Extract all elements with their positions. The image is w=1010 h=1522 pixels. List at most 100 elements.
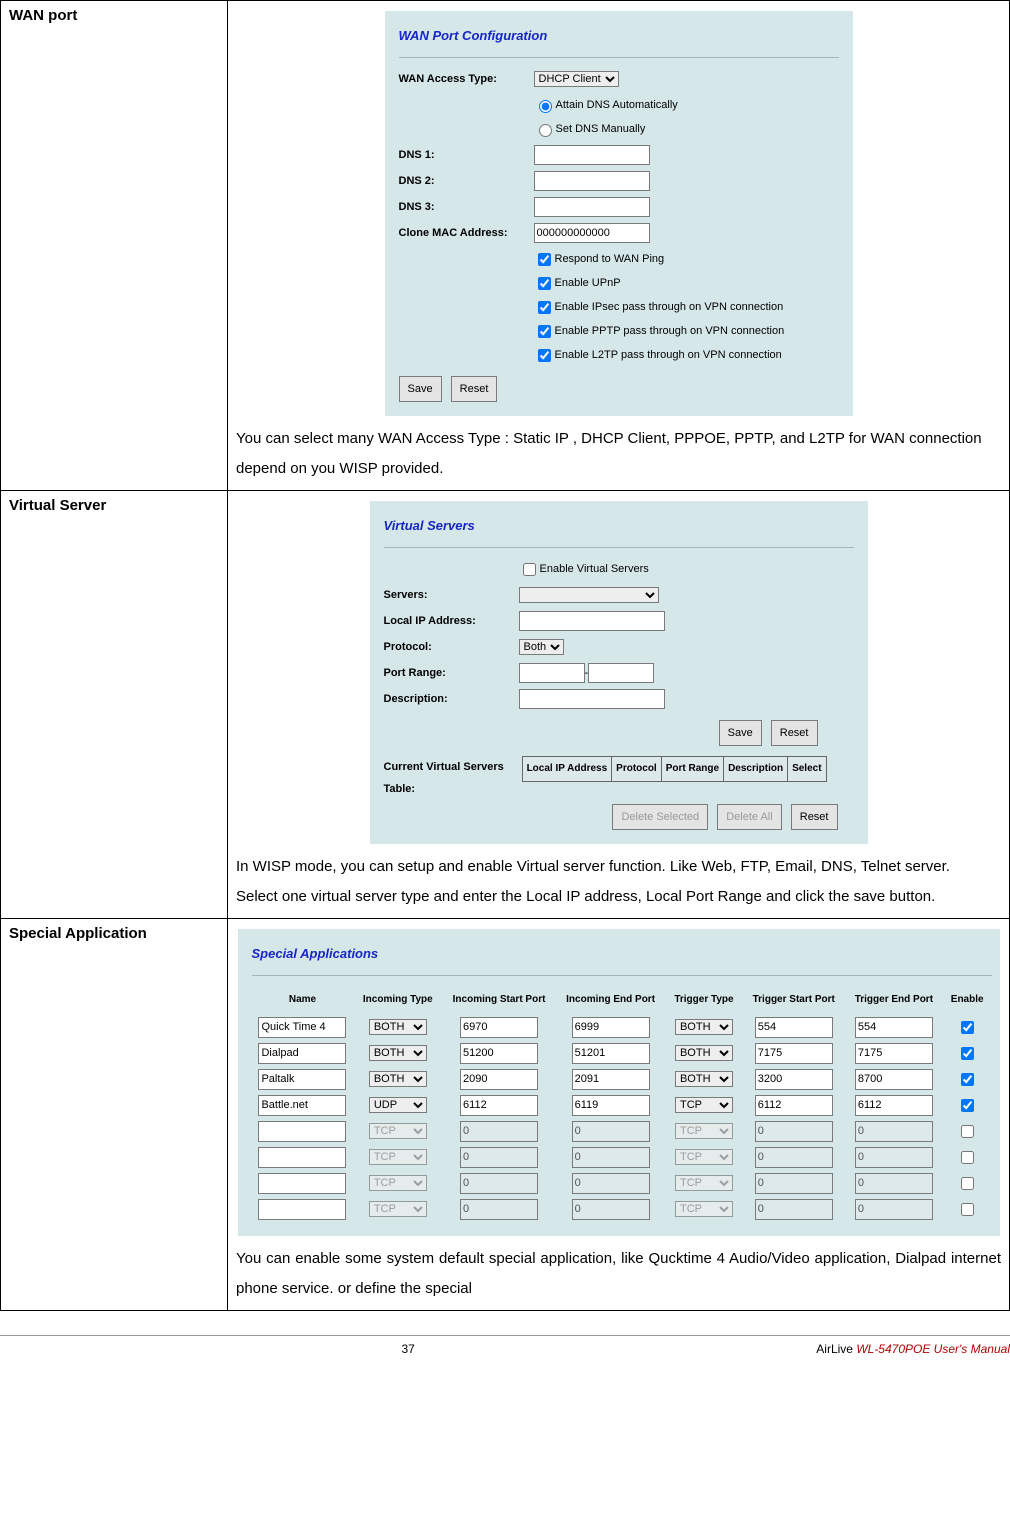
vs-port-end-input[interactable] bbox=[588, 663, 654, 683]
sa-trig-end-input[interactable] bbox=[855, 1017, 933, 1038]
sa-inc-end-input[interactable] bbox=[572, 1069, 650, 1090]
sa-inc-start-input[interactable] bbox=[460, 1199, 538, 1220]
chk-wan-ping[interactable] bbox=[538, 253, 551, 266]
sa-inc-type-select[interactable]: BOTH bbox=[369, 1071, 427, 1087]
sa-trig-type-select[interactable]: TCP bbox=[675, 1175, 733, 1191]
sa-trig-end-input[interactable] bbox=[855, 1069, 933, 1090]
sa-enable-checkbox[interactable] bbox=[961, 1203, 974, 1216]
sa-name-input[interactable] bbox=[258, 1095, 346, 1116]
sa-trig-type-select[interactable]: TCP bbox=[675, 1123, 733, 1139]
chk-pptp[interactable] bbox=[538, 325, 551, 338]
sa-trig-start-input[interactable] bbox=[755, 1043, 833, 1064]
sa-inc-type-select[interactable]: BOTH bbox=[369, 1045, 427, 1061]
dns2-label: DNS 2: bbox=[399, 170, 534, 192]
vs-save-button[interactable]: Save bbox=[719, 720, 762, 746]
vs-enable-checkbox[interactable] bbox=[523, 563, 536, 576]
sa-inc-type-select[interactable]: TCP bbox=[369, 1201, 427, 1217]
vs-port-start-input[interactable] bbox=[519, 663, 585, 683]
dns-auto-radio[interactable] bbox=[539, 100, 552, 113]
sa-inc-end-input[interactable] bbox=[572, 1095, 650, 1116]
sa-inc-type-select[interactable]: TCP bbox=[369, 1175, 427, 1191]
sa-enable-checkbox[interactable] bbox=[961, 1177, 974, 1190]
sa-trig-start-input[interactable] bbox=[755, 1017, 833, 1038]
chk-upnp[interactable] bbox=[538, 277, 551, 290]
sa-trig-type-select[interactable]: BOTH bbox=[675, 1019, 733, 1035]
dns3-input[interactable] bbox=[534, 197, 650, 217]
sa-name-input[interactable] bbox=[258, 1173, 346, 1194]
sa-inc-type-select[interactable]: BOTH bbox=[369, 1019, 427, 1035]
dns-manual-radio[interactable] bbox=[539, 124, 552, 137]
sa-trig-type-select[interactable]: BOTH bbox=[675, 1045, 733, 1061]
sa-row: TCP TCP bbox=[252, 1170, 992, 1196]
sa-name-input[interactable] bbox=[258, 1199, 346, 1220]
vs-del-all-button[interactable]: Delete All bbox=[717, 804, 781, 830]
sa-trig-start-input[interactable] bbox=[755, 1121, 833, 1142]
sa-inc-type-select[interactable]: TCP bbox=[369, 1149, 427, 1165]
sa-inc-end-input[interactable] bbox=[572, 1173, 650, 1194]
sa-trig-start-input[interactable] bbox=[755, 1199, 833, 1220]
vs-servers-select[interactable] bbox=[519, 587, 659, 603]
sa-row: BOTH BOTH bbox=[252, 1040, 992, 1066]
page-number: 37 bbox=[401, 1342, 414, 1356]
sa-name-input[interactable] bbox=[258, 1017, 346, 1038]
wan-access-select[interactable]: DHCP Client bbox=[534, 71, 619, 87]
vs-desc-input[interactable] bbox=[519, 689, 665, 709]
sa-trig-start-input[interactable] bbox=[755, 1095, 833, 1116]
vs-protocol-select[interactable]: Both bbox=[519, 639, 564, 655]
sa-enable-checkbox[interactable] bbox=[961, 1099, 974, 1112]
wan-reset-button[interactable]: Reset bbox=[451, 376, 498, 402]
sa-enable-checkbox[interactable] bbox=[961, 1151, 974, 1164]
sa-trig-start-input[interactable] bbox=[755, 1173, 833, 1194]
sa-inc-end-input[interactable] bbox=[572, 1199, 650, 1220]
sa-inc-end-input[interactable] bbox=[572, 1147, 650, 1168]
row-label-vs: Virtual Server bbox=[1, 491, 228, 919]
sa-desc: You can enable some system default speci… bbox=[236, 1244, 1001, 1304]
sa-name-input[interactable] bbox=[258, 1121, 346, 1142]
vs-localip-input[interactable] bbox=[519, 611, 665, 631]
wan-desc: You can select many WAN Access Type : St… bbox=[236, 424, 1001, 484]
sa-inc-start-input[interactable] bbox=[460, 1095, 538, 1116]
dns-auto-label: Attain DNS Automatically bbox=[556, 99, 678, 111]
vs-reset2-button[interactable]: Reset bbox=[791, 804, 838, 830]
chk-l2tp[interactable] bbox=[538, 349, 551, 362]
sa-trig-type-select[interactable]: TCP bbox=[675, 1201, 733, 1217]
sa-inc-end-input[interactable] bbox=[572, 1043, 650, 1064]
sa-enable-checkbox[interactable] bbox=[961, 1021, 974, 1034]
sa-inc-start-input[interactable] bbox=[460, 1121, 538, 1142]
sa-trig-start-input[interactable] bbox=[755, 1147, 833, 1168]
sa-name-input[interactable] bbox=[258, 1043, 346, 1064]
sa-trig-type-select[interactable]: BOTH bbox=[675, 1071, 733, 1087]
chk-ipsec[interactable] bbox=[538, 301, 551, 314]
dns2-input[interactable] bbox=[534, 171, 650, 191]
vs-desc2: Select one virtual server type and enter… bbox=[236, 882, 1001, 912]
sa-trig-end-input[interactable] bbox=[855, 1043, 933, 1064]
sa-trig-end-input[interactable] bbox=[855, 1173, 933, 1194]
sa-inc-end-input[interactable] bbox=[572, 1121, 650, 1142]
sa-inc-start-input[interactable] bbox=[460, 1069, 538, 1090]
sa-inc-start-input[interactable] bbox=[460, 1147, 538, 1168]
sa-row: BOTH BOTH bbox=[252, 1066, 992, 1092]
vs-del-sel-button[interactable]: Delete Selected bbox=[612, 804, 708, 830]
clone-input[interactable] bbox=[534, 223, 650, 243]
sa-trig-type-select[interactable]: TCP bbox=[675, 1149, 733, 1165]
sa-inc-start-input[interactable] bbox=[460, 1173, 538, 1194]
sa-trig-end-input[interactable] bbox=[855, 1121, 933, 1142]
wan-save-button[interactable]: Save bbox=[399, 376, 442, 402]
sa-enable-checkbox[interactable] bbox=[961, 1047, 974, 1060]
sa-inc-type-select[interactable]: UDP bbox=[369, 1097, 427, 1113]
sa-trig-start-input[interactable] bbox=[755, 1069, 833, 1090]
vs-reset-button[interactable]: Reset bbox=[771, 720, 818, 746]
sa-enable-checkbox[interactable] bbox=[961, 1073, 974, 1086]
sa-trig-end-input[interactable] bbox=[855, 1095, 933, 1116]
sa-inc-start-input[interactable] bbox=[460, 1043, 538, 1064]
sa-inc-start-input[interactable] bbox=[460, 1017, 538, 1038]
sa-name-input[interactable] bbox=[258, 1069, 346, 1090]
sa-trig-end-input[interactable] bbox=[855, 1147, 933, 1168]
sa-trig-end-input[interactable] bbox=[855, 1199, 933, 1220]
sa-inc-end-input[interactable] bbox=[572, 1017, 650, 1038]
dns1-input[interactable] bbox=[534, 145, 650, 165]
sa-inc-type-select[interactable]: TCP bbox=[369, 1123, 427, 1139]
sa-enable-checkbox[interactable] bbox=[961, 1125, 974, 1138]
sa-trig-type-select[interactable]: TCP bbox=[675, 1097, 733, 1113]
sa-name-input[interactable] bbox=[258, 1147, 346, 1168]
